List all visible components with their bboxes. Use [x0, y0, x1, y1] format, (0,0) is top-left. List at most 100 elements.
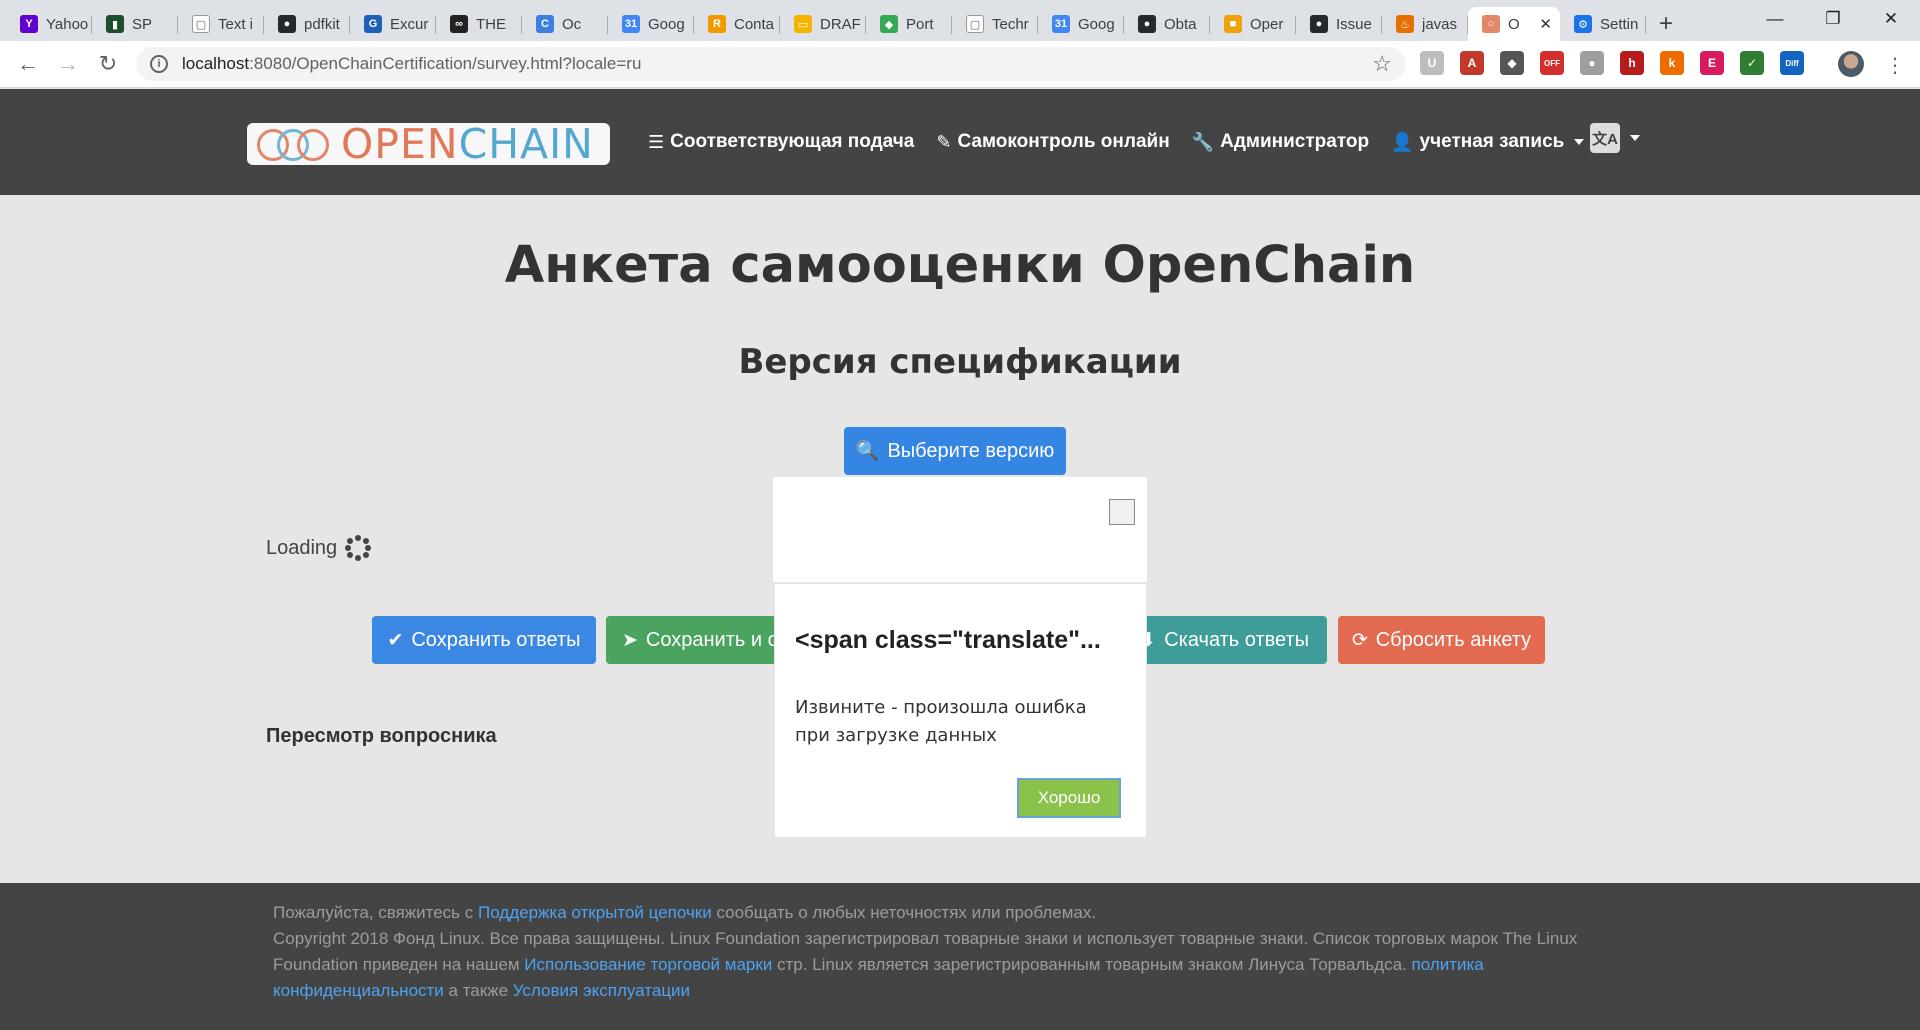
- tab-title: Port: [906, 15, 934, 33]
- github-icon: ●: [1138, 15, 1156, 33]
- ext-pdf-icon[interactable]: A: [1460, 51, 1484, 75]
- modal-close-button[interactable]: [1109, 499, 1135, 525]
- browser-tab[interactable]: ▭ DRAF: [780, 7, 866, 41]
- ext-h-icon[interactable]: h: [1620, 51, 1644, 75]
- loading-text: Loading: [266, 536, 338, 559]
- footer-text: Пожалуйста, свяжитесь с Поддержка открыт…: [273, 900, 1613, 1004]
- gear-icon: ⚙: [1574, 15, 1592, 33]
- nav-link-label: Соответствующая подача: [670, 131, 915, 152]
- logo-rings-icon: [257, 126, 341, 162]
- browser-tab[interactable]: ● Obta: [1124, 7, 1210, 41]
- ext-shield-icon[interactable]: ◆: [1500, 51, 1524, 75]
- new-tab-button[interactable]: +: [1646, 7, 1686, 41]
- browser-tab[interactable]: G Excur: [350, 7, 436, 41]
- menu-kebab-icon[interactable]: ⋮: [1885, 53, 1905, 78]
- forward-icon[interactable]: →: [48, 44, 88, 84]
- nav-link-label: Администратор: [1220, 131, 1370, 152]
- loading-indicator: Loading: [266, 535, 372, 561]
- terms-of-use-link[interactable]: Условия эксплуатации: [513, 981, 690, 1000]
- tab-title: Yahoo: [46, 15, 89, 33]
- browser-tab[interactable]: ○ O ✕: [1468, 7, 1560, 41]
- browser-tab[interactable]: ▢ Techr: [952, 7, 1038, 41]
- tab-title: Text i: [218, 15, 254, 33]
- browser-tab[interactable]: R Conta: [694, 7, 780, 41]
- nav-online-self-assessment[interactable]: ✎ Самоконтроль онлайн: [936, 131, 1169, 153]
- browser-tab[interactable]: 31 Goog: [1038, 7, 1124, 41]
- reset-survey-button[interactable]: ⟳ Сбросить анкету: [1338, 616, 1545, 664]
- reload-icon[interactable]: ↻: [88, 44, 128, 84]
- tab-title: Goog: [1078, 15, 1115, 33]
- tab-title: pdfkit: [304, 15, 340, 33]
- caret-down-icon: [1574, 139, 1585, 145]
- browser-tab[interactable]: ∞ THE: [436, 7, 522, 41]
- dialog-message: Извините - произошла ошибка при загрузке…: [795, 697, 1087, 746]
- nav-administrator[interactable]: 🔧 Администратор: [1192, 131, 1369, 153]
- select-version-button[interactable]: 🔍 Выберите версию: [844, 427, 1066, 475]
- tab-title: Issue: [1336, 15, 1372, 33]
- logo-text-chain: CHAIN: [458, 119, 594, 168]
- browser-tab[interactable]: Y Yahoo: [6, 7, 92, 41]
- document-icon: ▢: [192, 15, 210, 33]
- close-window-icon[interactable]: ✕: [1862, 0, 1920, 38]
- trademark-link[interactable]: Использование торговой марки: [524, 955, 772, 974]
- java-icon: ♨: [1396, 15, 1414, 33]
- tab-title: Goog: [648, 15, 685, 33]
- language-selector[interactable]: 文A: [1590, 123, 1640, 153]
- extensions-bar: U A ◆ OFF ● h k E ✓ Diff: [1420, 51, 1804, 75]
- box-icon: ■: [1224, 15, 1242, 33]
- tab-list: Y Yahoo ▮ SP ▢ Text i ● pdfkit G Excur ∞ THE C Oc 31 Go…: [0, 7, 1646, 41]
- restore-icon[interactable]: ❐: [1804, 0, 1862, 38]
- profile-avatar[interactable]: [1838, 51, 1864, 77]
- openchain-favicon-icon: ○: [1482, 15, 1500, 33]
- browser-tab[interactable]: 31 Goog: [608, 7, 694, 41]
- ok-button[interactable]: Хорошо: [1017, 778, 1121, 818]
- minimize-icon[interactable]: —: [1746, 0, 1804, 38]
- spec-version-heading: Версия спецификации: [738, 342, 1182, 382]
- ext-circle-icon[interactable]: ●: [1580, 51, 1604, 75]
- browser-tab[interactable]: ▮ SP: [92, 7, 178, 41]
- bookmark-star-icon[interactable]: ☆: [1372, 51, 1392, 77]
- tab-title: THE: [476, 15, 506, 33]
- url-path: :8080/OpenChainCertification/survey.html…: [249, 54, 642, 73]
- nav-account-dropdown[interactable]: 👤 учетная запись: [1391, 131, 1585, 153]
- ext-check-icon[interactable]: ✓: [1740, 51, 1764, 75]
- nav-conformance-submission[interactable]: ☰ Соответствующая подача: [648, 131, 914, 153]
- footer-contact-text: Пожалуйста, свяжитесь с: [273, 903, 478, 922]
- browser-tab[interactable]: ♨ javas: [1382, 7, 1468, 41]
- browser-tab[interactable]: ■ Oper: [1210, 7, 1296, 41]
- github-icon: ●: [1310, 15, 1328, 33]
- ext-grey-icon[interactable]: U: [1420, 51, 1444, 75]
- close-tab-icon[interactable]: ✕: [1539, 15, 1552, 33]
- openchain-logo[interactable]: OPEN CHAIN: [247, 123, 610, 165]
- wrench-icon: 🔧: [1191, 131, 1215, 152]
- tab-title: Techr: [992, 15, 1029, 33]
- ext-k-icon[interactable]: k: [1660, 51, 1684, 75]
- tripadvisor-icon: ∞: [450, 15, 468, 33]
- browser-tab[interactable]: ● pdfkit: [264, 7, 350, 41]
- support-link[interactable]: Поддержка открытой цепочки: [478, 903, 712, 922]
- page-title: Анкета самооценки OpenChain: [504, 236, 1416, 295]
- save-answers-button[interactable]: ✔ Сохранить ответы: [372, 616, 596, 664]
- info-icon[interactable]: i: [150, 55, 168, 73]
- browser-tab[interactable]: C Oc: [522, 7, 608, 41]
- browser-tab[interactable]: ▢ Text i: [178, 7, 264, 41]
- browser-tab[interactable]: ◆ Port: [866, 7, 952, 41]
- translate-icon: 文A: [1590, 123, 1620, 153]
- tab-title: javas: [1422, 15, 1458, 33]
- tab-title: Oc: [562, 15, 582, 33]
- ge-icon: G: [364, 15, 382, 33]
- back-icon[interactable]: ←: [8, 44, 48, 84]
- modal-header: [773, 477, 1147, 582]
- footer-contact-text-end: сообщать о любых неточностях или проблем…: [711, 903, 1097, 922]
- list-icon: ☰: [648, 131, 665, 152]
- address-bar[interactable]: i localhost:8080/OpenChainCertification/…: [136, 47, 1406, 81]
- app-navbar: OPEN CHAIN ☰ Соответствующая подача ✎ Сам…: [0, 89, 1920, 195]
- ext-diff-icon[interactable]: Diff: [1780, 51, 1804, 75]
- ext-off-icon[interactable]: OFF: [1540, 51, 1564, 75]
- url-host: localhost: [182, 54, 250, 73]
- check-icon: ✔: [387, 629, 404, 651]
- browser-tab[interactable]: ⚙ Settin: [1560, 7, 1646, 41]
- browser-tab[interactable]: ● Issue: [1296, 7, 1382, 41]
- ext-e-icon[interactable]: E: [1700, 51, 1724, 75]
- tab-title: Conta: [734, 15, 775, 33]
